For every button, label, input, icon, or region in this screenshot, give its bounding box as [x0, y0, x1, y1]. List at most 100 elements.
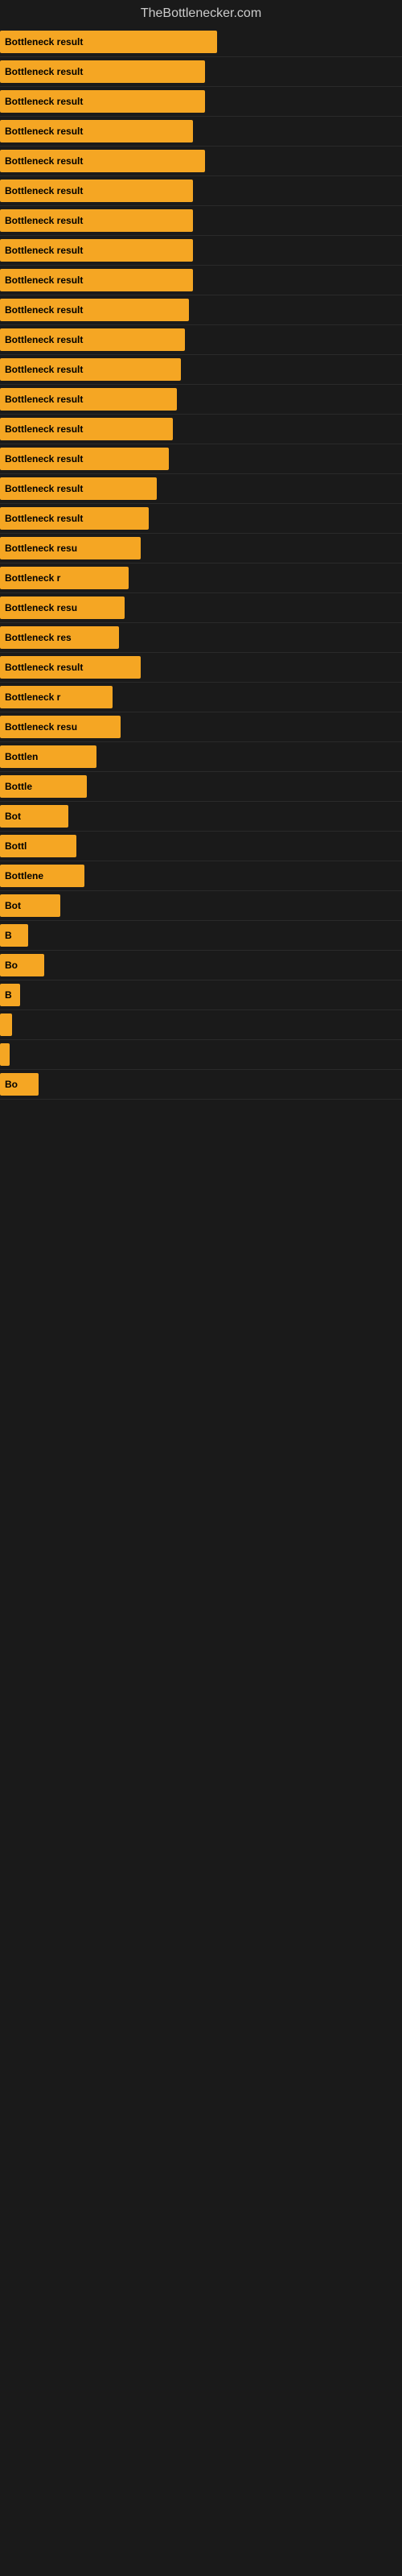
bar-23[interactable]: Bottleneck resu: [0, 716, 121, 738]
bar-10[interactable]: Bottleneck result: [0, 328, 185, 351]
bar-row: Bottle: [0, 772, 402, 802]
bar-7[interactable]: Bottleneck result: [0, 239, 193, 262]
bar-label-22: Bottleneck r: [5, 691, 60, 703]
bar-26[interactable]: Bot: [0, 805, 68, 828]
bar-2[interactable]: Bottleneck result: [0, 90, 205, 113]
bar-label-11: Bottleneck result: [5, 364, 83, 375]
bar-6[interactable]: Bottleneck result: [0, 209, 193, 232]
bar-1[interactable]: Bottleneck result: [0, 60, 205, 83]
bar-row: Bottleneck result: [0, 57, 402, 87]
bar-30[interactable]: B: [0, 924, 28, 947]
bar-row: Bottleneck result: [0, 117, 402, 147]
bar-label-2: Bottleneck result: [5, 96, 83, 107]
bar-label-26: Bot: [5, 811, 21, 822]
bar-row: Bottleneck result: [0, 236, 402, 266]
bar-label-7: Bottleneck result: [5, 245, 83, 256]
bar-3[interactable]: Bottleneck result: [0, 120, 193, 142]
bar-row: Bottl: [0, 832, 402, 861]
bar-label-5: Bottleneck result: [5, 185, 83, 196]
bar-20[interactable]: Bottleneck res: [0, 626, 119, 649]
bar-label-35: Bo: [5, 1079, 18, 1090]
bars-container: Bottleneck result Bottleneck result Bottle…: [0, 27, 402, 1100]
bar-row: Bottleneck r: [0, 683, 402, 712]
bar-4[interactable]: Bottleneck result: [0, 150, 205, 172]
bar-label-21: Bottleneck result: [5, 662, 83, 673]
bar-16[interactable]: Bottleneck result: [0, 507, 149, 530]
bar-label-31: Bo: [5, 960, 18, 971]
bar-label-19: Bottleneck resu: [5, 602, 77, 613]
bar-35[interactable]: Bo: [0, 1073, 39, 1096]
bar-label-20: Bottleneck res: [5, 632, 72, 643]
bar-row: Bottleneck result: [0, 504, 402, 534]
bar-21[interactable]: Bottleneck result: [0, 656, 141, 679]
bar-row: [0, 1040, 402, 1070]
bar-32[interactable]: B: [0, 984, 20, 1006]
bar-row: Bottleneck result: [0, 147, 402, 176]
bar-label-18: Bottleneck r: [5, 572, 60, 584]
bar-22[interactable]: Bottleneck r: [0, 686, 113, 708]
bar-label-16: Bottleneck result: [5, 513, 83, 524]
bar-row: Bottleneck resu: [0, 593, 402, 623]
bar-label-9: Bottleneck result: [5, 304, 83, 316]
bar-label-30: B: [5, 930, 12, 941]
bar-5[interactable]: Bottleneck result: [0, 180, 193, 202]
bar-row: B: [0, 921, 402, 951]
bar-row: Bottleneck result: [0, 266, 402, 295]
bar-label-3: Bottleneck result: [5, 126, 83, 137]
bar-label-24: Bottlen: [5, 751, 38, 762]
bar-label-15: Bottleneck result: [5, 483, 83, 494]
bar-row: Bottleneck resu: [0, 712, 402, 742]
bar-label-12: Bottleneck result: [5, 394, 83, 405]
bar-label-13: Bottleneck result: [5, 423, 83, 435]
bar-row: Bo: [0, 951, 402, 980]
bar-33[interactable]: [0, 1013, 12, 1036]
bar-31[interactable]: Bo: [0, 954, 44, 976]
bar-17[interactable]: Bottleneck resu: [0, 537, 141, 559]
bar-34[interactable]: [0, 1043, 10, 1066]
bar-row: Bottleneck result: [0, 355, 402, 385]
bar-row: Bottleneck r: [0, 564, 402, 593]
bar-row: Bottleneck result: [0, 87, 402, 117]
bar-label-28: Bottlene: [5, 870, 43, 881]
bar-27[interactable]: Bottl: [0, 835, 76, 857]
bar-row: Bottleneck result: [0, 27, 402, 57]
bar-label-14: Bottleneck result: [5, 453, 83, 464]
bar-29[interactable]: Bot: [0, 894, 60, 917]
bar-label-10: Bottleneck result: [5, 334, 83, 345]
bar-row: Bot: [0, 891, 402, 921]
bar-row: Bottleneck res: [0, 623, 402, 653]
bar-19[interactable]: Bottleneck resu: [0, 597, 125, 619]
bar-row: Bottleneck result: [0, 295, 402, 325]
bar-row: Bottleneck result: [0, 206, 402, 236]
bar-row: Bottlene: [0, 861, 402, 891]
bar-row: Bo: [0, 1070, 402, 1100]
bar-label-4: Bottleneck result: [5, 155, 83, 167]
bar-28[interactable]: Bottlene: [0, 865, 84, 887]
bar-row: Bottlen: [0, 742, 402, 772]
bar-label-27: Bottl: [5, 840, 27, 852]
bar-row: Bottleneck result: [0, 474, 402, 504]
bar-15[interactable]: Bottleneck result: [0, 477, 157, 500]
bar-row: Bottleneck result: [0, 415, 402, 444]
bar-label-17: Bottleneck resu: [5, 543, 77, 554]
bar-12[interactable]: Bottleneck result: [0, 388, 177, 411]
bar-label-8: Bottleneck result: [5, 275, 83, 286]
bar-row: B: [0, 980, 402, 1010]
bar-row: Bottleneck result: [0, 385, 402, 415]
bar-row: Bottleneck result: [0, 653, 402, 683]
bar-25[interactable]: Bottle: [0, 775, 87, 798]
bar-24[interactable]: Bottlen: [0, 745, 96, 768]
bar-13[interactable]: Bottleneck result: [0, 418, 173, 440]
bar-9[interactable]: Bottleneck result: [0, 299, 189, 321]
bar-18[interactable]: Bottleneck r: [0, 567, 129, 589]
site-title: TheBottlenecker.com: [0, 0, 402, 27]
bar-label-32: B: [5, 989, 12, 1001]
bar-row: Bottleneck result: [0, 325, 402, 355]
bar-8[interactable]: Bottleneck result: [0, 269, 193, 291]
bar-14[interactable]: Bottleneck result: [0, 448, 169, 470]
bar-row: Bottleneck resu: [0, 534, 402, 564]
bar-label-29: Bot: [5, 900, 21, 911]
bar-label-1: Bottleneck result: [5, 66, 83, 77]
bar-11[interactable]: Bottleneck result: [0, 358, 181, 381]
bar-0[interactable]: Bottleneck result: [0, 31, 217, 53]
